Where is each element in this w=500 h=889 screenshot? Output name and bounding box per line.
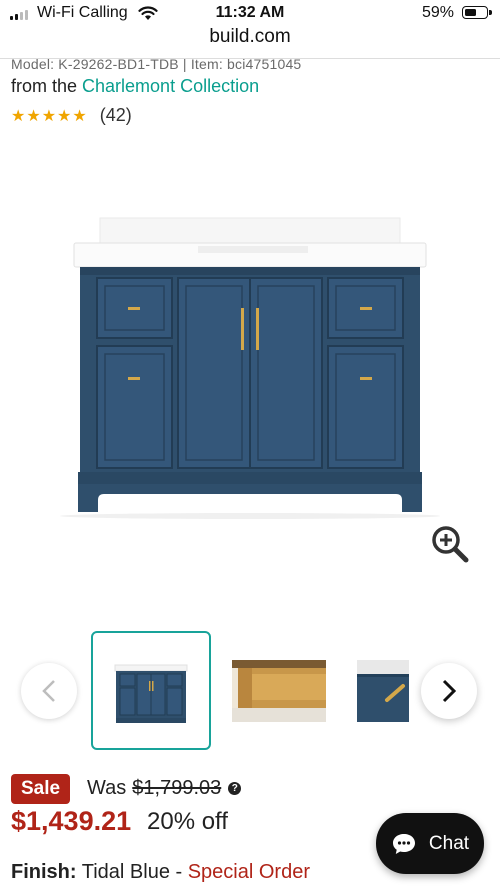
finish-label: Finish:	[11, 861, 77, 883]
status-bar: Wi-Fi Calling 11:32 AM 59%	[0, 0, 500, 28]
sale-price: $1,439.21	[11, 806, 132, 836]
carousel-prev-button[interactable]	[21, 663, 77, 719]
chat-button[interactable]: Chat	[376, 813, 484, 874]
sale-badge: Sale	[11, 774, 71, 804]
finish-value: Tidal Blue -	[76, 861, 188, 883]
product-image[interactable]	[60, 210, 440, 520]
chevron-left-icon	[42, 680, 55, 702]
collection-link[interactable]: Charlemont Collection	[82, 76, 259, 96]
review-count[interactable]: (42)	[100, 105, 132, 126]
battery-percent: 59%	[421, 4, 454, 21]
from-text: from the	[11, 76, 83, 96]
thumbnail-3[interactable]	[357, 660, 409, 722]
thumbnail-1-selected[interactable]	[91, 631, 211, 750]
thumbnail-detail-image	[232, 660, 326, 722]
chevron-right-icon	[442, 679, 456, 703]
finish-line: Finish: Tidal Blue - Special Order	[11, 861, 310, 884]
thumbnail-handle-image	[357, 660, 409, 722]
url-bar[interactable]: build.com	[0, 26, 500, 48]
model-number: Model: K-29262-BD1-TDB | Item: bci475104…	[11, 56, 302, 72]
was-price: $1,799.03	[132, 777, 222, 799]
was-label: Was	[87, 777, 127, 799]
battery-nub	[489, 10, 492, 15]
carousel-next-button[interactable]	[421, 663, 477, 719]
thumbnail-vanity-image	[114, 664, 188, 723]
rating[interactable]: ★★★★★ (42)	[11, 105, 132, 126]
zoom-in-icon[interactable]	[430, 524, 470, 564]
discount-label: 20% off	[147, 808, 228, 835]
info-icon[interactable]: ?	[228, 782, 242, 795]
battery-fill	[464, 8, 477, 16]
chat-label: Chat	[428, 832, 470, 854]
battery-icon	[462, 6, 488, 19]
was-price-line: Was $1,799.03 ?	[87, 777, 242, 800]
thumbnail-2[interactable]	[232, 660, 326, 722]
star-rating: ★★★★★	[11, 107, 88, 125]
collection-line: from the Charlemont Collection	[11, 76, 259, 97]
chat-bubble-icon	[392, 833, 415, 854]
special-order-label: Special Order	[187, 861, 310, 883]
